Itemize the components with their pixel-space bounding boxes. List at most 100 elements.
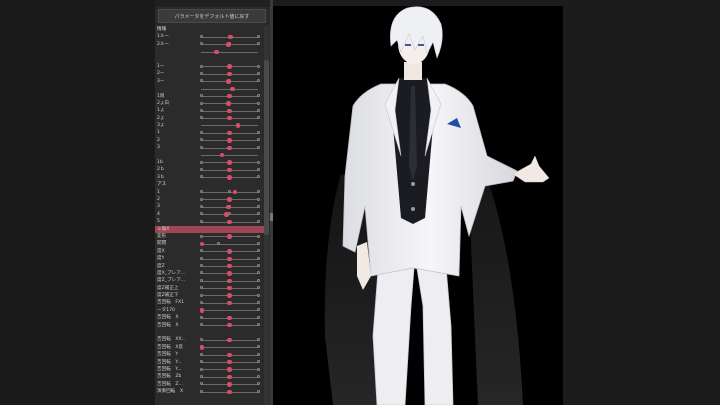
param-keyframe-marker[interactable] <box>199 323 203 327</box>
param-slider-knob[interactable] <box>227 374 232 380</box>
param-keyframe-marker[interactable] <box>256 249 260 253</box>
param-slider-track[interactable] <box>201 51 258 53</box>
param-keyframe-marker[interactable] <box>256 190 260 194</box>
param-keyframe-marker[interactable] <box>256 168 260 172</box>
param-keyframe-marker[interactable] <box>256 101 260 105</box>
param-slider-knob[interactable] <box>227 367 232 372</box>
param-keyframe-marker[interactable] <box>256 271 260 275</box>
param-keyframe-marker[interactable] <box>256 286 260 290</box>
param-keyframe-marker[interactable] <box>199 204 203 208</box>
param-slider-knob[interactable] <box>199 308 205 313</box>
param-row[interactable]: 度X <box>155 248 265 255</box>
param-slider-track[interactable] <box>201 125 258 127</box>
param-row[interactable]: 2 <box>155 137 265 144</box>
param-row[interactable]: 吉回転 FX1 <box>155 299 265 306</box>
param-slider-knob[interactable] <box>227 197 232 202</box>
param-keyframe-marker[interactable] <box>256 234 260 238</box>
param-keyframe-marker[interactable] <box>256 64 260 68</box>
param-row[interactable]: 2ょ白 <box>155 100 265 107</box>
param-keyframe-marker[interactable] <box>199 382 203 386</box>
param-row[interactable]: 度X_プレア... <box>155 270 265 277</box>
param-group-header[interactable] <box>155 56 265 63</box>
param-row[interactable]: 1ー <box>155 63 265 70</box>
param-keyframe-marker[interactable] <box>256 131 260 135</box>
param-slider-knob[interactable] <box>227 271 232 276</box>
param-keyframe-marker[interactable] <box>256 308 260 312</box>
param-slider-knob[interactable] <box>227 219 232 224</box>
param-keyframe-marker[interactable] <box>199 42 203 46</box>
param-keyframe-marker[interactable] <box>199 190 203 194</box>
param-row[interactable]: ｅ角X <box>155 225 265 233</box>
param-slider-knob[interactable] <box>227 286 232 291</box>
param-slider-knob[interactable] <box>228 34 233 40</box>
param-slider-knob[interactable] <box>199 345 205 350</box>
param-row[interactable]: 2ー <box>155 70 265 77</box>
param-keyframe-marker[interactable] <box>256 264 260 268</box>
parameter-scroll-thumb[interactable] <box>264 60 269 235</box>
param-keyframe-marker[interactable] <box>256 34 260 38</box>
param-keyframe-marker[interactable] <box>199 94 203 98</box>
param-slider-knob[interactable] <box>199 241 205 247</box>
param-slider-knob[interactable] <box>227 116 232 121</box>
param-slider-knob[interactable] <box>226 42 231 47</box>
param-keyframe-marker[interactable] <box>256 352 260 356</box>
param-slider-knob[interactable] <box>227 130 232 136</box>
param-keyframe-marker[interactable] <box>199 108 203 112</box>
param-slider-knob[interactable] <box>227 64 232 69</box>
param-row[interactable]: 1b <box>155 159 265 166</box>
param-keyframe-marker[interactable] <box>256 116 260 120</box>
param-group-header[interactable] <box>155 329 265 336</box>
param-keyframe-marker[interactable] <box>199 293 203 297</box>
param-keyframe-marker[interactable] <box>256 338 260 341</box>
param-keyframe-marker[interactable] <box>228 190 231 194</box>
param-slider-knob[interactable] <box>227 138 232 143</box>
param-row[interactable]: 1 <box>155 129 265 136</box>
param-keyframe-marker[interactable] <box>256 389 260 393</box>
param-keyframe-marker[interactable] <box>256 367 260 371</box>
param-keyframe-marker[interactable] <box>199 64 203 68</box>
reset-parameters-button[interactable]: パラメータをデフォルト値に戻す <box>158 9 266 23</box>
param-row[interactable]: 吉回転 X反 <box>155 344 265 351</box>
param-keyframe-marker[interactable] <box>199 168 203 172</box>
param-row[interactable]: 吉回転 Y <box>155 351 265 358</box>
param-keyframe-marker[interactable] <box>216 241 220 245</box>
param-row[interactable]: 2 <box>155 196 265 203</box>
param-row[interactable]: 2ルー <box>155 41 265 48</box>
param-slider-knob[interactable] <box>227 315 232 321</box>
param-row[interactable]: 2ょ <box>155 115 265 122</box>
param-row[interactable]: 吉回転 Z... <box>155 381 265 388</box>
param-slider-knob[interactable] <box>227 337 232 343</box>
param-slider-knob[interactable] <box>226 101 231 106</box>
param-slider-knob[interactable] <box>227 175 232 180</box>
param-row[interactable]: 3 <box>155 144 265 151</box>
param-keyframe-marker[interactable] <box>256 219 260 223</box>
param-slider-knob[interactable] <box>227 167 232 173</box>
param-keyframe-marker[interactable] <box>256 345 260 349</box>
param-slider-knob[interactable] <box>227 93 232 99</box>
param-slider-knob[interactable] <box>227 234 232 239</box>
character-model[interactable] <box>273 6 563 405</box>
param-slider-knob[interactable] <box>226 79 231 84</box>
param-row[interactable]: ータ170 <box>155 307 265 314</box>
param-keyframe-marker[interactable] <box>256 79 260 83</box>
param-keyframe-marker[interactable] <box>256 323 260 327</box>
param-row[interactable]: 3ー <box>155 78 265 85</box>
param-keyframe-marker[interactable] <box>256 374 260 378</box>
param-keyframe-marker[interactable] <box>199 374 203 378</box>
param-row[interactable]: 1ルー <box>155 33 265 40</box>
param-keyframe-marker[interactable] <box>199 315 203 319</box>
param-keyframe-marker[interactable] <box>256 145 260 149</box>
param-group-header[interactable]: アス <box>155 181 265 188</box>
param-row[interactable]: 1ょ <box>155 107 265 114</box>
param-row[interactable]: 吉回転 X <box>155 322 265 329</box>
param-row[interactable]: 度Z補正上 <box>155 285 265 292</box>
param-slider-knob[interactable] <box>227 382 232 387</box>
param-row[interactable] <box>155 48 265 55</box>
param-row[interactable]: 2ｂ <box>155 166 265 173</box>
param-keyframe-marker[interactable] <box>199 116 203 120</box>
param-row[interactable] <box>155 152 265 159</box>
param-keyframe-marker[interactable] <box>199 360 203 364</box>
param-row[interactable]: 吉回転 XX... <box>155 336 265 343</box>
param-row[interactable]: 3 <box>155 203 265 210</box>
param-keyframe-marker[interactable] <box>256 71 260 75</box>
